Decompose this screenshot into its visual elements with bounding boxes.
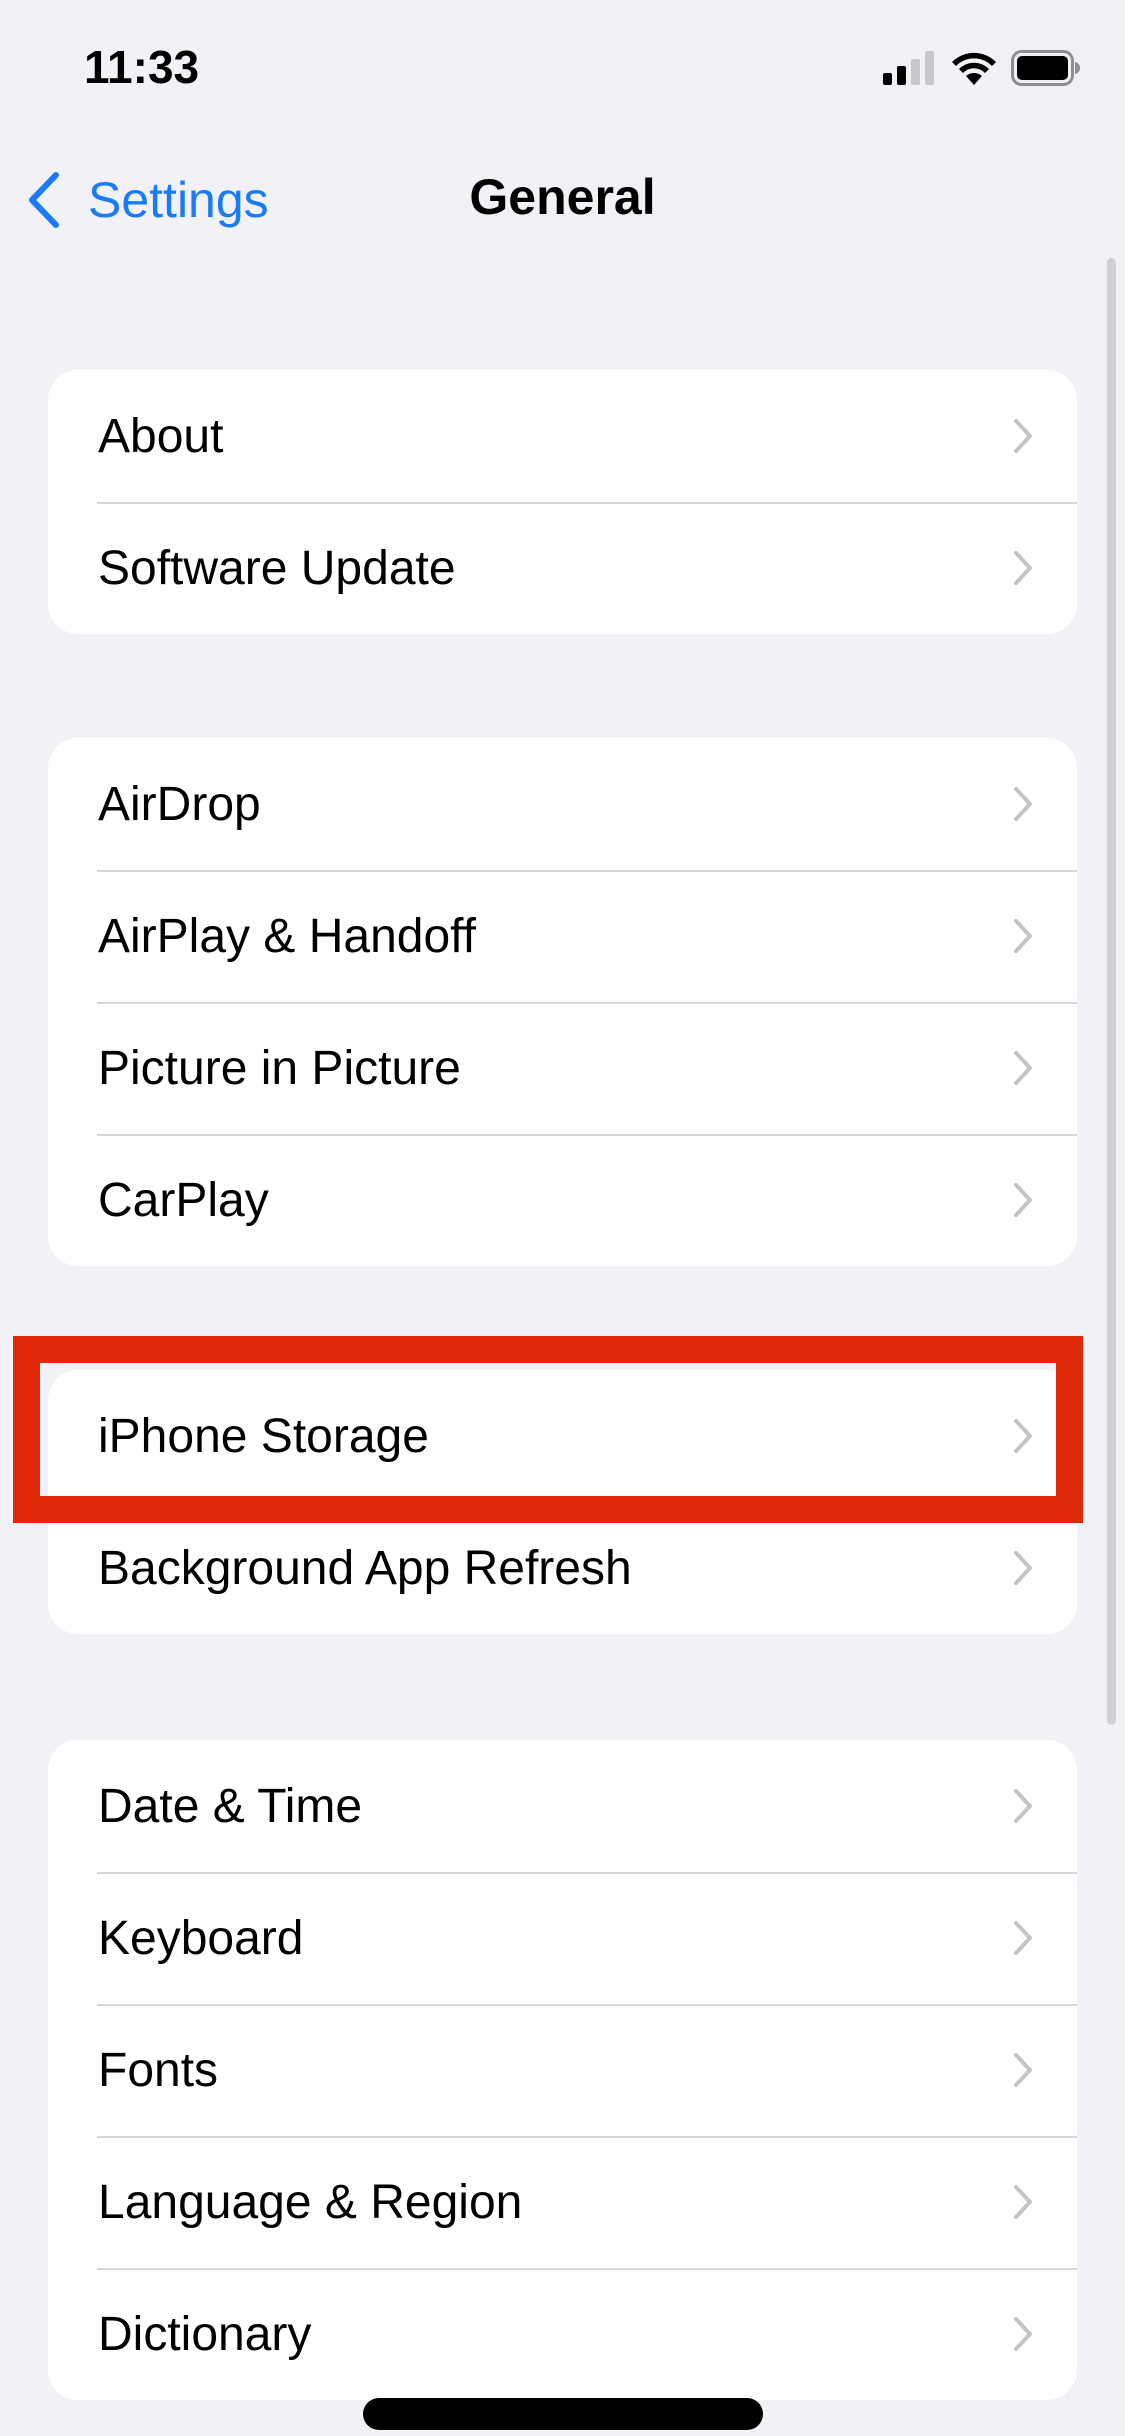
row-software-update[interactable]: Software Update	[48, 502, 1077, 634]
status-time: 11:33	[84, 41, 200, 93]
row-about[interactable]: About	[48, 370, 1077, 502]
row-keyboard[interactable]: Keyboard	[48, 1872, 1077, 2004]
row-label: Date & Time	[98, 1779, 363, 1833]
chevron-right-icon	[1014, 1419, 1032, 1453]
row-label: AirPlay & Handoff	[98, 909, 476, 963]
cellular-signal-icon	[883, 50, 937, 90]
chevron-right-icon	[1014, 2185, 1032, 2219]
chevron-right-icon	[1014, 787, 1032, 821]
row-label: Picture in Picture	[98, 1041, 461, 1095]
chevron-right-icon	[1014, 2317, 1032, 2351]
row-label: Background App Refresh	[98, 1541, 632, 1595]
status-icons	[883, 49, 1081, 91]
row-language-region[interactable]: Language & Region	[48, 2136, 1077, 2268]
settings-group-4: Date & Time Keyboard Fonts Language & Re…	[48, 1740, 1077, 2400]
row-label: Fonts	[98, 2043, 219, 2097]
chevron-right-icon	[1014, 2053, 1032, 2087]
chevron-right-icon	[1014, 1051, 1032, 1085]
battery-icon	[1011, 49, 1081, 91]
settings-group-3: iPhone Storage Background App Refresh	[48, 1370, 1077, 1634]
settings-group-2: AirDrop AirPlay & Handoff Picture in Pic…	[48, 738, 1077, 1266]
chevron-right-icon	[1014, 1789, 1032, 1823]
row-label: CarPlay	[98, 1173, 269, 1227]
row-carplay[interactable]: CarPlay	[48, 1134, 1077, 1266]
home-indicator[interactable]	[363, 2398, 763, 2430]
row-label: About	[98, 409, 224, 463]
chevron-right-icon	[1014, 919, 1032, 953]
settings-group-1: About Software Update	[48, 370, 1077, 634]
row-date-time[interactable]: Date & Time	[48, 1740, 1077, 1872]
row-iphone-storage[interactable]: iPhone Storage	[48, 1370, 1077, 1502]
row-picture-in-picture[interactable]: Picture in Picture	[48, 1002, 1077, 1134]
chevron-right-icon	[1014, 1183, 1032, 1217]
scrollbar[interactable]	[1107, 258, 1116, 1725]
chevron-right-icon	[1014, 551, 1032, 585]
row-label: Language & Region	[98, 2175, 523, 2229]
page-title: General	[469, 169, 656, 225]
row-label: AirDrop	[98, 777, 261, 831]
row-background-app-refresh[interactable]: Background App Refresh	[48, 1502, 1077, 1634]
row-label: Dictionary	[98, 2307, 312, 2361]
row-fonts[interactable]: Fonts	[48, 2004, 1077, 2136]
chevron-right-icon	[1014, 1921, 1032, 1955]
row-dictionary[interactable]: Dictionary	[48, 2268, 1077, 2400]
row-label: Keyboard	[98, 1911, 304, 1965]
row-airplay-handoff[interactable]: AirPlay & Handoff	[48, 870, 1077, 1002]
wifi-icon	[951, 51, 997, 90]
row-label: Software Update	[98, 541, 456, 595]
row-airdrop[interactable]: AirDrop	[48, 738, 1077, 870]
chevron-right-icon	[1014, 419, 1032, 453]
row-label: iPhone Storage	[98, 1409, 429, 1463]
chevron-right-icon	[1014, 1551, 1032, 1585]
